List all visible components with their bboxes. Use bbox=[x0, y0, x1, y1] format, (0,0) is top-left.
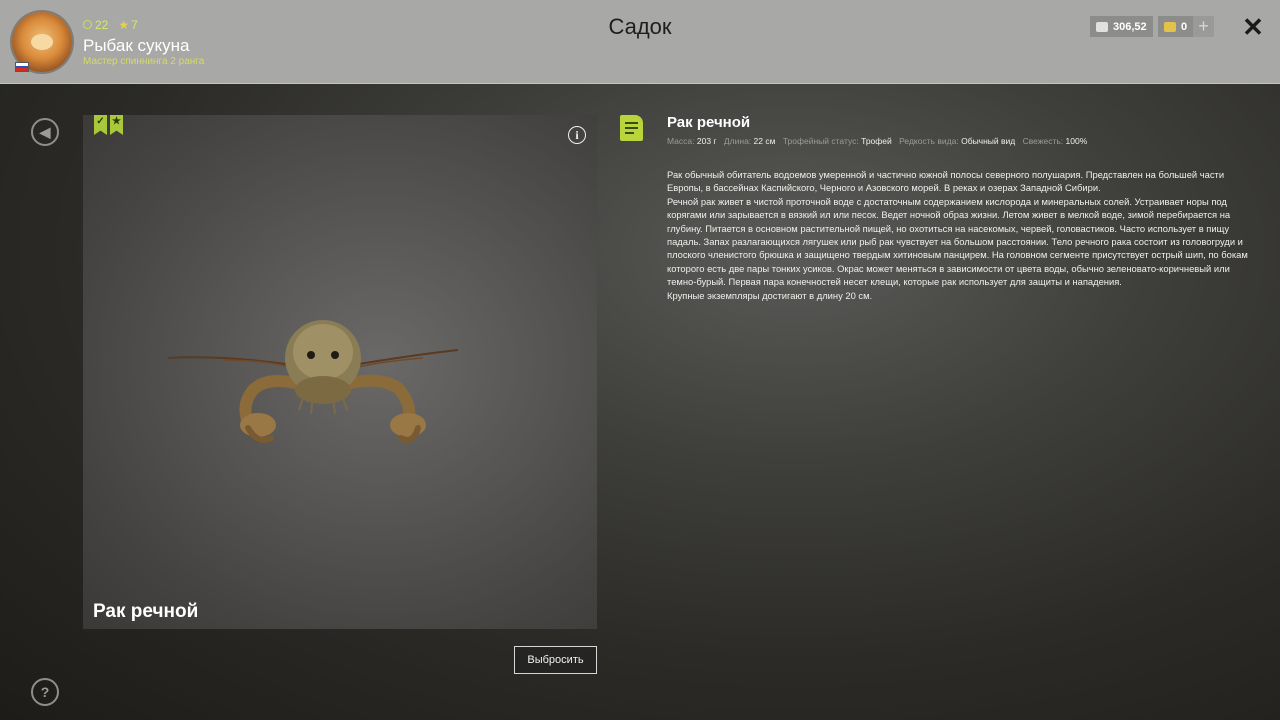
document-icon bbox=[620, 115, 643, 141]
meta-rarity-value: Обычный вид bbox=[961, 136, 1016, 146]
add-gold-button[interactable]: + bbox=[1193, 16, 1214, 37]
meta-length-label: Длина: bbox=[723, 136, 752, 146]
help-icon: ? bbox=[40, 684, 50, 700]
help-button[interactable]: ? bbox=[31, 678, 59, 706]
meta-trophy-label: Трофейный статус: bbox=[782, 136, 859, 146]
fish-title: Рак речной bbox=[667, 114, 751, 131]
meta-freshness-value: 100% bbox=[1065, 136, 1088, 146]
close-icon: ✕ bbox=[1242, 12, 1264, 42]
viewer-fish-name: Рак речной bbox=[93, 601, 199, 622]
back-button[interactable]: ◀ bbox=[31, 118, 59, 146]
meta-mass-value: 203 г bbox=[696, 136, 717, 146]
description-paragraph: Крупные экземпляры достигают в длину 20 … bbox=[667, 289, 873, 301]
flag-icon bbox=[15, 62, 29, 72]
description-paragraph: Рак обычный обитатель водоемов умеренной… bbox=[667, 169, 1225, 194]
discard-button[interactable]: Выбросить bbox=[514, 646, 597, 674]
gold-coins-icon bbox=[1164, 21, 1176, 32]
fish-description: Рак обычный обитатель водоемов умеренной… bbox=[667, 168, 1252, 302]
top-bar: 22 ★ 7 Рыбак сукуна Мастер спиннинга 2 ра… bbox=[0, 0, 1280, 84]
description-paragraph: Речной рак живет в чистой проточной воде… bbox=[667, 195, 1248, 288]
silver-coins-icon bbox=[1096, 21, 1108, 32]
crayfish-model bbox=[167, 320, 459, 443]
gold-currency: 0 bbox=[1158, 16, 1194, 37]
meta-freshness-label: Свежесть: bbox=[1022, 136, 1064, 146]
close-button[interactable]: ✕ bbox=[1240, 12, 1266, 42]
back-arrow-icon: ◀ bbox=[39, 124, 51, 140]
check-bookmark-icon: ✓ bbox=[94, 115, 107, 135]
fish-viewer[interactable]: ✓ ★ i Рак речной bbox=[83, 115, 597, 629]
star-bookmark-icon: ★ bbox=[110, 115, 123, 135]
meta-trophy-value: Трофей bbox=[861, 136, 892, 146]
plus-icon: + bbox=[1198, 16, 1209, 36]
meta-mass-label: Масса: bbox=[667, 136, 695, 146]
meta-length-value: 22 см bbox=[753, 136, 776, 146]
page-title: Садок bbox=[608, 14, 672, 39]
fish-meta: Масса: 203 г Длина: 22 см Трофейный стат… bbox=[667, 136, 1092, 146]
player-rank: Мастер спиннинга 2 ранга bbox=[83, 56, 205, 67]
meta-rarity-label: Редкость вида: bbox=[899, 136, 959, 146]
info-icon[interactable]: i bbox=[568, 126, 586, 144]
silver-currency: 306,52 bbox=[1090, 16, 1153, 37]
